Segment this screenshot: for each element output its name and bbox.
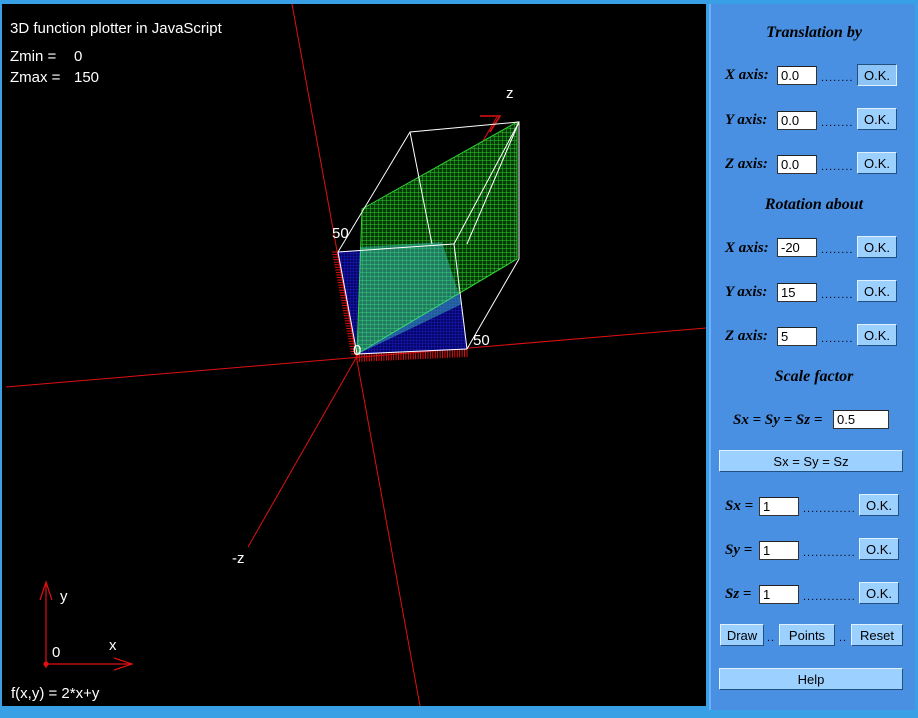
scale-title: Scale factor [774,368,854,385]
scale-sx-label: Sx = [725,498,754,514]
translate-z-input[interactable] [777,155,817,174]
dots-separator: ............. [803,591,856,603]
rotate-z-ok-button[interactable]: O.K. [857,324,897,346]
z-axis-label: z [506,85,514,102]
reset-button[interactable]: Reset [851,624,903,646]
tick-label-50-left: 50 [332,225,349,242]
function-label: f(x,y) = 2*x+y [11,685,100,702]
scale-sy-label: Sy = [725,542,753,558]
scale-sy-ok-button[interactable]: O.K. [859,538,899,560]
translate-y-ok-button[interactable]: O.K. [857,108,897,130]
translation-title: Translation by [766,24,862,41]
scale-sy-input[interactable] [759,541,799,560]
dots-separator: .. [839,632,848,644]
tick-label-50-right: 50 [473,332,490,349]
translate-x-label: X axis: [725,67,769,83]
legend-x-label: x [109,637,117,654]
legend-y-label: y [60,588,68,605]
zmin-label: Zmin = [10,48,57,65]
axis-line-negz [247,357,357,548]
translate-x-input[interactable] [777,66,817,85]
control-panel: Translation by X axis: ........ O.K. Y a… [709,4,915,710]
zmin-value: 0 [74,48,83,65]
dots-separator: ........ [821,244,854,256]
scale-sx-ok-button[interactable]: O.K. [859,494,899,516]
dots-separator: .. [767,632,776,644]
rotate-y-input[interactable] [777,283,817,302]
rotate-y-label: Y axis: [725,284,768,300]
scale-sz-input[interactable] [759,585,799,604]
legend-origin-label: 0 [52,644,61,661]
rotate-x-input[interactable] [777,238,817,257]
dots-separator: ........ [821,333,854,345]
dots-separator: ........ [821,289,854,301]
help-button[interactable]: Help [719,668,903,690]
rotate-x-ok-button[interactable]: O.K. [857,236,897,258]
translate-x-ok-button[interactable]: O.K. [857,64,897,86]
translate-y-input[interactable] [777,111,817,130]
uniform-scale-button[interactable]: Sx = Sy = Sz [719,450,903,472]
draw-button[interactable]: Draw [720,624,764,646]
scale-sz-ok-button[interactable]: O.K. [859,582,899,604]
plot-canvas: 3D function plotter in JavaScript Zmin =… [2,4,706,706]
rotate-z-input[interactable] [777,327,817,346]
translate-z-label: Z axis: [725,156,768,172]
dots-separator: ........ [821,72,854,84]
tick-label-0: 0 [353,342,362,359]
uniform-scale-label: Sx = Sy = Sz = [733,412,823,428]
translate-z-ok-button[interactable]: O.K. [857,152,897,174]
rotate-x-label: X axis: [725,240,769,256]
uniform-scale-input[interactable] [833,410,889,429]
scale-sz-label: Sz = [725,586,752,602]
rotate-y-ok-button[interactable]: O.K. [857,280,897,302]
dots-separator: ............. [803,547,856,559]
zmax-label: Zmax = [10,69,61,86]
dots-separator: ........ [821,117,854,129]
negz-axis-label: -z [232,550,245,567]
plot-title: 3D function plotter in JavaScript [10,20,222,37]
dots-separator: ............. [803,503,856,515]
points-button[interactable]: Points [779,624,835,646]
dots-separator: ........ [821,161,854,173]
rotate-z-label: Z axis: [725,328,768,344]
rotation-title: Rotation about [764,196,864,213]
translate-y-label: Y axis: [725,112,768,128]
scale-sx-input[interactable] [759,497,799,516]
zmax-value: 150 [74,69,100,86]
